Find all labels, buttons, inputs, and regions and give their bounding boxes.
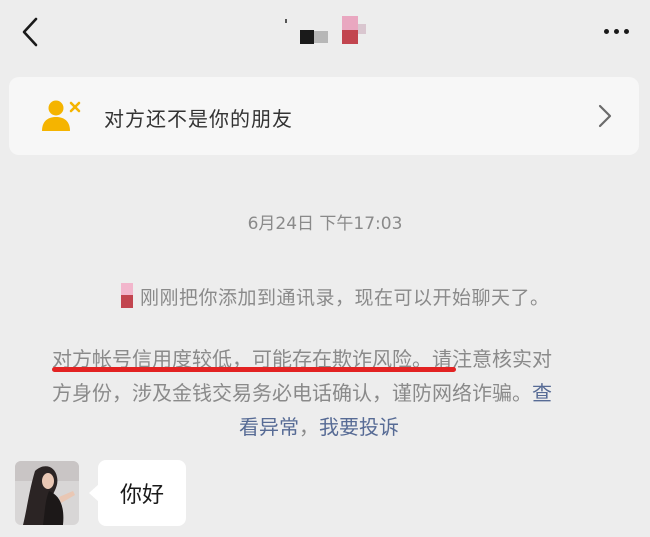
contact-avatar-image	[15, 461, 79, 525]
system-message: 刚刚把你添加到通讯录，现在可以开始聊天了。	[120, 280, 550, 312]
view-anomaly-link[interactable]: 看异常	[239, 415, 299, 439]
chevron-right-icon	[598, 104, 612, 128]
fraud-warning: 对方帐号信用度较低，可能存在欺诈风险。请注意核实对 方身份，涉及金钱交易务必电话…	[50, 342, 610, 444]
not-friend-text: 对方还不是你的朋友	[104, 107, 293, 131]
message-bubble[interactable]: 你好	[88, 460, 187, 526]
report-link[interactable]: 我要投诉	[319, 415, 399, 439]
top-bar	[0, 0, 650, 66]
warning-line-3: 看异常，我要投诉	[50, 410, 610, 444]
add-friend-icon	[42, 100, 81, 131]
more-dot	[623, 28, 629, 34]
risk-underline-annotation	[52, 367, 456, 372]
more-dot	[603, 28, 609, 34]
message-text: 你好	[120, 483, 165, 508]
more-button[interactable]	[594, 16, 638, 46]
warning-line-2: 方身份，涉及金钱交易务必电话确认，谨防网络诈骗。查	[50, 376, 610, 410]
more-dot	[613, 28, 619, 34]
system-message-text: 刚刚把你添加到通讯录，现在可以开始聊天了。	[140, 286, 550, 309]
contact-avatar[interactable]	[15, 461, 79, 525]
blurred-name-image	[285, 16, 366, 44]
not-friend-banner[interactable]: 对方还不是你的朋友	[9, 77, 639, 155]
view-anomaly-link-part[interactable]: 查	[532, 381, 552, 405]
warning-line-2-text: 方身份，涉及金钱交易务必电话确认，谨防网络诈骗。	[52, 381, 532, 405]
warning-separator: ，	[299, 415, 319, 439]
chat-timestamp: 6月24日 下午17:03	[247, 214, 403, 234]
mini-avatar-image	[121, 283, 133, 308]
contact-name-title	[282, 14, 372, 48]
chevron-left-icon	[22, 17, 38, 47]
back-button[interactable]	[14, 14, 46, 50]
